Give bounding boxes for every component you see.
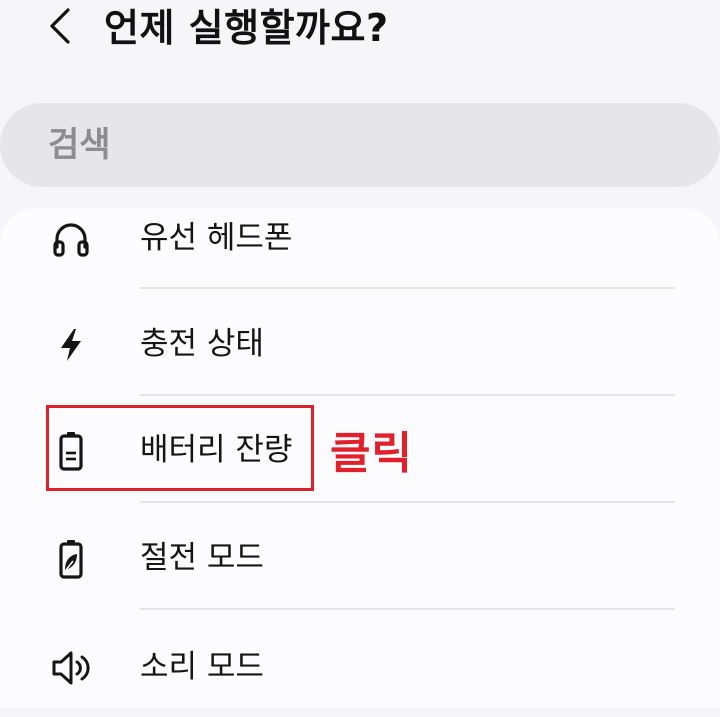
search-input[interactable]: [46, 124, 650, 166]
speaker-icon: [50, 647, 92, 689]
divider: [140, 501, 675, 503]
headphones-icon: [50, 218, 92, 260]
click-annotation: 클릭: [330, 428, 413, 479]
app-header: 언제 실행할까요?: [0, 0, 720, 80]
divider: [140, 608, 675, 610]
list-item-label: 소리 모드: [140, 649, 264, 685]
highlight-box: [46, 405, 314, 491]
page-title: 언제 실행할까요?: [104, 6, 389, 50]
list-item-label: 유선 헤드폰: [140, 220, 293, 256]
divider: [140, 287, 675, 289]
list-item-label: 충전 상태: [140, 326, 264, 362]
divider: [140, 394, 675, 396]
list-item-charging-status[interactable]: 충전 상태: [0, 290, 720, 396]
list-item-power-saving[interactable]: 절전 모드: [0, 504, 720, 610]
list-item-wired-headphones[interactable]: 유선 헤드폰: [0, 184, 720, 290]
list-item-sound-mode[interactable]: 소리 모드: [0, 611, 720, 717]
lightning-bolt-icon: [50, 324, 92, 366]
list-item-label: 절전 모드: [140, 540, 264, 576]
back-button[interactable]: [36, 2, 84, 50]
battery-saver-leaf-icon: [50, 538, 92, 580]
search-bar[interactable]: [0, 103, 720, 187]
chevron-left-icon: [50, 8, 70, 44]
